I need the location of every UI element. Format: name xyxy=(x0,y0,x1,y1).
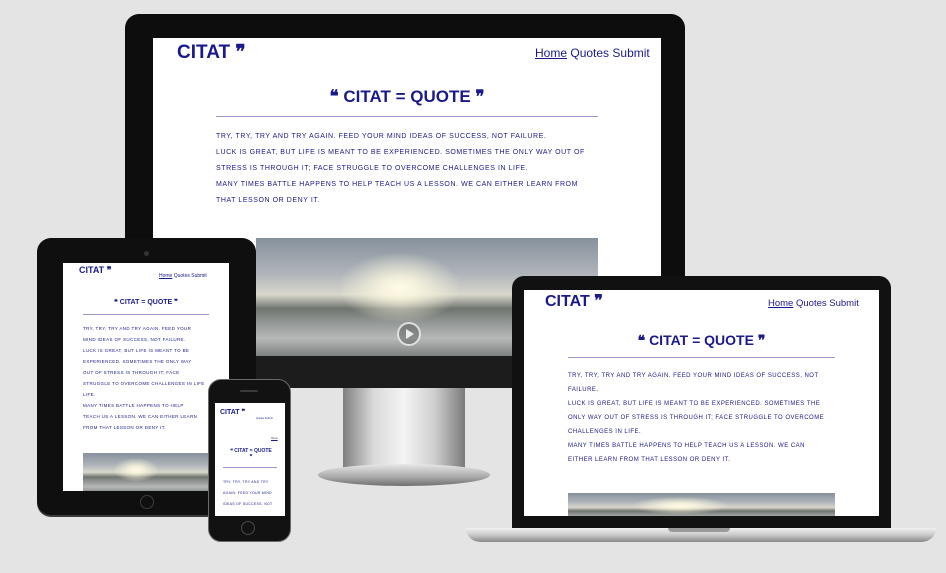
quote-line: Luck is great, but life is meant to be e… xyxy=(216,149,585,156)
close-quote-icon: ❞ xyxy=(757,332,766,348)
quote-mark-icon: ❞ xyxy=(235,42,246,63)
hero-video[interactable] xyxy=(568,493,835,516)
heading-divider xyxy=(568,357,835,358)
quote-line: challenges in life. xyxy=(568,429,642,435)
quote-line: ideas of success, not xyxy=(223,502,273,506)
heading-divider xyxy=(216,116,598,117)
nav-quotes[interactable]: Quotes xyxy=(570,46,609,60)
quote-mark-icon: ❞ xyxy=(106,265,112,275)
quote-line: teach us a lesson. We can either learn xyxy=(83,414,198,419)
quote-line: mind ideas of success, not failure. xyxy=(83,337,186,342)
nav-quotes[interactable]: Quotes xyxy=(174,273,190,279)
tablet-brand-logo[interactable]: CITAT ❞ xyxy=(79,265,112,276)
quote-line: only way out of stress is through it; fa… xyxy=(568,415,825,421)
quote-line: Try, try, try and try xyxy=(223,480,269,484)
quote-mark-icon: ❞ xyxy=(594,293,603,310)
quote-line: Try, try, try and try again. Feed your m… xyxy=(568,373,819,379)
quote-line: Many times battle happens to help teach … xyxy=(216,181,578,188)
laptop-notch xyxy=(668,528,730,532)
nav-quotes[interactable]: Quotes xyxy=(256,417,264,420)
heading-divider xyxy=(83,314,209,315)
nav-submit[interactable]: Submit xyxy=(265,417,273,420)
phone-speaker xyxy=(240,390,258,392)
nav-quotes[interactable]: Quotes xyxy=(796,298,827,309)
play-icon[interactable] xyxy=(397,322,421,346)
quote-mark-icon: ❞ xyxy=(241,409,246,416)
nav-home[interactable]: Home xyxy=(271,437,278,440)
quote-line: experienced. Sometimes the only way xyxy=(83,359,192,364)
nav-home[interactable]: Home xyxy=(768,298,793,309)
quote-line: Try, try, try and try again. Feed your m… xyxy=(216,133,547,140)
phone-home-button[interactable] xyxy=(241,521,255,535)
quote-line: Luck is great, but life is meant to be e… xyxy=(568,401,821,407)
quote-line: failure. xyxy=(568,387,599,393)
hero-video[interactable] xyxy=(83,453,209,491)
quote-line: stress is through it; face struggle to o… xyxy=(216,165,529,172)
close-quote-icon: ❞ xyxy=(249,454,253,460)
phone-screen: CITAT ❞ Quotes Submit Home ❝ CITAT = QUO… xyxy=(215,403,285,516)
heading-divider xyxy=(223,467,277,468)
heading-text: CITAT = QUOTE xyxy=(649,332,754,348)
phone-nav: Quotes Submit xyxy=(256,417,273,420)
tablet-camera xyxy=(144,251,149,256)
quote-line: out of stress is through it; face xyxy=(83,370,180,375)
page-heading: ❝ CITAT = QUOTE ❞ xyxy=(83,298,209,306)
monitor-stand-neck xyxy=(343,384,465,470)
quote-line: struggle to overcome challenges in life xyxy=(83,381,205,386)
quote-line: again. Feed your mind xyxy=(223,491,272,495)
brand-text: CITAT xyxy=(545,293,590,310)
phone-brand-logo[interactable]: CITAT ❞ xyxy=(220,408,245,416)
laptop-screen: CITAT ❞ Home Quotes Submit ❝ CITAT = QUO… xyxy=(524,290,879,516)
monitor-stand-base xyxy=(318,464,490,486)
nav-submit[interactable]: Submit xyxy=(612,46,649,60)
phone-nav-home: Home xyxy=(271,437,278,440)
quote-line: Try, try, try and try again. Feed your xyxy=(83,326,192,331)
open-quote-icon: ❝ xyxy=(637,332,646,348)
open-quote-icon: ❝ xyxy=(114,299,118,306)
brand-text: CITAT xyxy=(79,265,105,275)
quote-line: from that lesson or deny it. xyxy=(83,425,167,430)
laptop-brand-logo[interactable]: CITAT ❞ xyxy=(545,291,603,311)
quote-line: life. xyxy=(83,392,96,397)
laptop-nav: Home Quotes Submit xyxy=(768,298,859,309)
brand-text: CITAT xyxy=(177,42,231,63)
nav-home[interactable]: Home xyxy=(159,273,172,279)
heading-text: CITAT = QUOTE xyxy=(119,299,173,306)
brand-text: CITAT xyxy=(220,409,240,416)
page-heading: ❝ CITAT = QUOTE ❞ xyxy=(568,332,835,349)
desktop-brand-logo[interactable]: CITAT ❞ xyxy=(177,41,246,64)
tablet-home-button[interactable] xyxy=(140,495,154,509)
heading-text: CITAT = QUOTE xyxy=(343,87,471,106)
desktop-nav: Home Quotes Submit xyxy=(535,46,650,60)
quote-line: that lesson or deny it. xyxy=(216,197,320,204)
open-quote-icon: ❝ xyxy=(329,87,339,106)
tablet-screen: CITAT ❞ Home Quotes Submit ❝ CITAT = QUO… xyxy=(63,263,229,491)
close-quote-icon: ❞ xyxy=(475,87,485,106)
nav-submit[interactable]: Submit xyxy=(829,298,859,309)
quote-line: Luck is great, but life is meant to be xyxy=(83,348,190,353)
close-quote-icon: ❞ xyxy=(174,299,178,306)
nav-home[interactable]: Home xyxy=(535,46,567,60)
nav-submit[interactable]: Submit xyxy=(191,273,207,279)
quote-line: Many times battle happens to help xyxy=(83,403,184,408)
tablet-nav: Home Quotes Submit xyxy=(159,273,207,279)
page-heading: ❝ CITAT = QUOTE ❞ xyxy=(217,87,597,107)
quote-line: either learn from that lesson or deny it… xyxy=(568,457,731,463)
quote-line: Many times battle happens to help teach … xyxy=(568,443,805,449)
